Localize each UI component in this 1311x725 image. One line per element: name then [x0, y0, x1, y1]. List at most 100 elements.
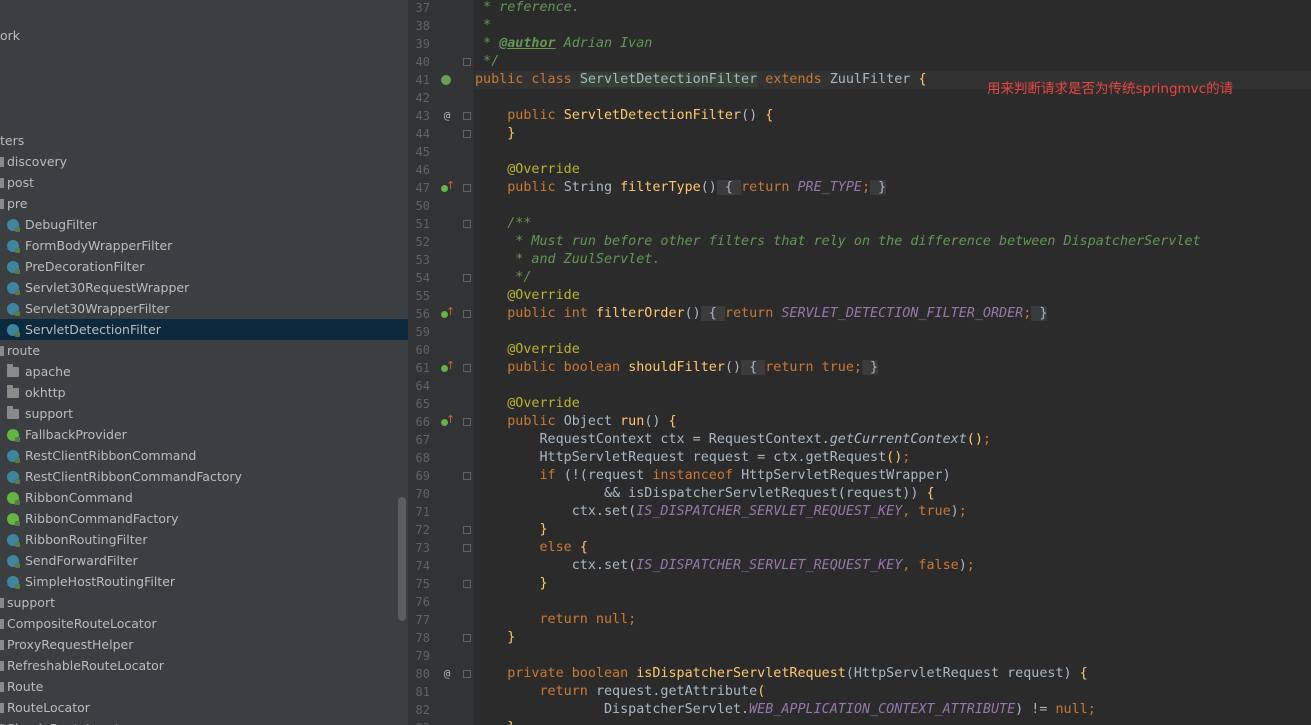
tree-item[interactable]: SendForwardFilter	[0, 550, 408, 571]
tree-item[interactable]: FormBodyWrapperFilter	[0, 235, 408, 256]
fold-icon[interactable]	[463, 526, 471, 534]
tree-item[interactable]: SimpleHostRoutingFilter	[0, 571, 408, 592]
tree-item[interactable]: discovery	[0, 151, 408, 172]
tree-item[interactable]: post	[0, 172, 408, 193]
code-line[interactable]: && isDispatcherServletRequest(request)) …	[475, 485, 935, 503]
fold-icon[interactable]	[463, 418, 471, 426]
tree-item[interactable]: ProxyRequestHelper	[0, 634, 408, 655]
code-line[interactable]: /**	[475, 215, 531, 233]
code-line[interactable]: @Override	[475, 287, 580, 305]
tree-item[interactable]: Servlet30RequestWrapper	[0, 277, 408, 298]
tree-item[interactable]: support	[0, 592, 408, 613]
code-line[interactable]: DispatcherServlet.WEB_APPLICATION_CONTEX…	[475, 701, 1096, 719]
code-line[interactable]: public Object run() {	[475, 413, 676, 431]
code-line[interactable]: * @author Adrian Ivan	[475, 35, 652, 53]
code-editor[interactable]: 37 38 39 40 41 42 43 @44 45 46 47 50 51 52 53 54 55 56 59 6…	[408, 0, 1311, 725]
tree-item[interactable]: ters	[0, 130, 408, 151]
code-line[interactable]: private boolean isDispatcherServletReque…	[475, 665, 1087, 683]
tree-item[interactable]: support	[0, 403, 408, 424]
fold-icon[interactable]	[463, 544, 471, 552]
tree-item[interactable]: RestClientRibbonCommandFactory	[0, 466, 408, 487]
override-icon[interactable]: @	[440, 109, 454, 123]
code-line[interactable]: public String filterType() { return PRE_…	[475, 179, 887, 197]
code-line[interactable]: *	[475, 17, 491, 35]
tree-item[interactable]: CompositeRouteLocator	[0, 613, 408, 634]
tree-item[interactable]: RefreshableRouteLocator	[0, 655, 408, 676]
code-line[interactable]: @Override	[475, 395, 580, 413]
tree-item[interactable]: ork	[0, 25, 408, 46]
code-line[interactable]: */	[475, 269, 531, 287]
project-tree[interactable]: ork ters discovery post pre DebugFilter FormBo…	[0, 0, 408, 725]
tree-item[interactable]: route	[0, 340, 408, 361]
fold-icon[interactable]	[463, 184, 471, 192]
package-icon	[0, 703, 4, 713]
code-line[interactable]: public int filterOrder() { return SERVLE…	[475, 305, 1048, 323]
tree-item-label: FallbackProvider	[25, 427, 127, 442]
code-line[interactable]: @Override	[475, 161, 580, 179]
tree-item[interactable]: pre	[0, 193, 408, 214]
fold-icon[interactable]	[463, 670, 471, 678]
code-line[interactable]: }	[475, 575, 548, 593]
fold-icon[interactable]	[463, 220, 471, 228]
fold-icon[interactable]	[463, 472, 471, 480]
implements-icon[interactable]	[440, 413, 455, 429]
tree-item[interactable]: Servlet30WrapperFilter	[0, 298, 408, 319]
implements-icon[interactable]	[440, 305, 455, 321]
code-line[interactable]: }	[475, 521, 548, 539]
code-line[interactable]: HttpServletRequest request = ctx.getRequ…	[475, 449, 910, 467]
fold-icon[interactable]	[463, 274, 471, 282]
line-number: 67	[415, 433, 430, 447]
tree-item[interactable]: RouteLocator	[0, 697, 408, 718]
code-line[interactable]: return request.getAttribute(	[475, 683, 766, 701]
tree-item[interactable]	[0, 109, 408, 130]
tree-item[interactable]: Route	[0, 676, 408, 697]
line-number: 45	[415, 145, 430, 159]
bean-icon[interactable]	[440, 73, 454, 87]
override-icon[interactable]: @	[440, 667, 454, 681]
fold-icon[interactable]	[463, 130, 471, 138]
fold-icon[interactable]	[463, 310, 471, 318]
tree-item[interactable]	[0, 46, 408, 67]
tree-item[interactable]: RestClientRibbonCommand	[0, 445, 408, 466]
fold-icon[interactable]	[463, 634, 471, 642]
tree-item[interactable]: RibbonRoutingFilter	[0, 529, 408, 550]
code-line[interactable]: ctx.set(IS_DISPATCHER_SERVLET_REQUEST_KE…	[475, 557, 975, 575]
tree-item[interactable]: FallbackProvider	[0, 424, 408, 445]
code-line[interactable]: * and ZuulServlet.	[475, 251, 660, 269]
code-line[interactable]: * reference.	[475, 0, 580, 17]
code-line[interactable]: RequestContext ctx = RequestContext.getC…	[475, 431, 991, 449]
tree-item[interactable]: okhttp	[0, 382, 408, 403]
tree-item[interactable]: RibbonCommand	[0, 487, 408, 508]
code-line[interactable]: }	[475, 719, 515, 725]
tree-item[interactable]	[0, 88, 408, 109]
code-line[interactable]: * Must run before other filters that rel…	[475, 233, 1200, 251]
tree-item[interactable]: PreDecorationFilter	[0, 256, 408, 277]
code-line[interactable]: */	[475, 53, 499, 71]
line-number: 59	[415, 325, 430, 339]
tree-item[interactable]: apache	[0, 361, 408, 382]
line-number: 56	[415, 307, 430, 321]
fold-icon[interactable]	[463, 364, 471, 372]
code-line[interactable]: }	[475, 125, 515, 143]
tree-item[interactable]: DebugFilter	[0, 214, 408, 235]
tree-item[interactable]: ServletDetectionFilter	[0, 319, 408, 340]
code-line[interactable]: }	[475, 629, 515, 647]
fold-icon[interactable]	[463, 580, 471, 588]
class-icon	[7, 576, 20, 589]
tree-item-label: SendForwardFilter	[25, 553, 138, 568]
fold-icon[interactable]	[463, 58, 471, 66]
tree-item[interactable]	[0, 67, 408, 88]
implements-icon[interactable]	[440, 359, 455, 375]
implements-icon[interactable]	[440, 179, 455, 195]
code-line[interactable]: @Override	[475, 341, 580, 359]
code-line[interactable]: ctx.set(IS_DISPATCHER_SERVLET_REQUEST_KE…	[475, 503, 967, 521]
tree-item[interactable]: SimpleRouteLocator	[0, 718, 408, 725]
code-line[interactable]: return null;	[475, 611, 637, 629]
tree-item[interactable]: RibbonCommandFactory	[0, 508, 408, 529]
code-line[interactable]: public ServletDetectionFilter() {	[475, 107, 773, 125]
code-line[interactable]: public boolean shouldFilter() { return t…	[475, 359, 879, 377]
code-line[interactable]: if (!(request instanceof HttpServletRequ…	[475, 467, 951, 485]
code-line[interactable]: else {	[475, 539, 588, 557]
tree-scrollbar[interactable]	[398, 497, 406, 621]
fold-icon[interactable]	[463, 112, 471, 120]
